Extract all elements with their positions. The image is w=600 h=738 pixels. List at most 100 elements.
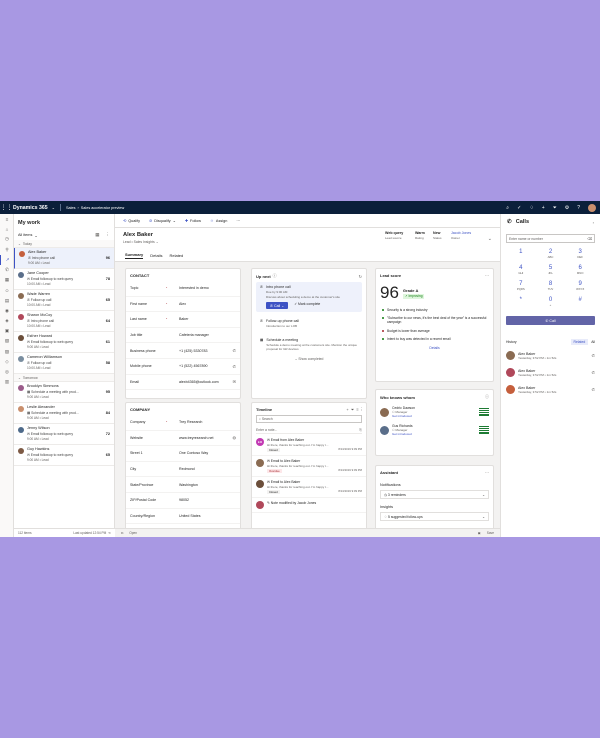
save-icon[interactable]: ▣ (478, 531, 481, 535)
expand-header-icon[interactable]: ⌄ (488, 236, 492, 242)
dial-key[interactable]: 8 TUV (536, 281, 566, 294)
work-list-item[interactable]: Jenny Wilson ✉ Email followup to web quer… (14, 424, 114, 445)
field-value[interactable]: Baker (179, 317, 236, 321)
goals-icon[interactable]: ◎ (0, 367, 14, 377)
quotes-icon[interactable]: ▣ (0, 326, 14, 336)
get-introduced-link[interactable]: Get introduced (392, 414, 415, 418)
record-subtitle[interactable]: Lead • Sales Insights ⌄ (123, 240, 492, 244)
dial-key[interactable]: 7 PQRS (506, 281, 536, 294)
contacts-icon[interactable]: ☺ (0, 285, 14, 295)
call-button[interactable]: ✆ Call (506, 316, 595, 325)
phone-icon[interactable]: ✆ (0, 265, 14, 275)
up-next-item-intro-call[interactable]: ✆ Intro phone call Due by 9:00 AM Discus… (256, 282, 362, 312)
add-icon[interactable]: + (542, 205, 545, 211)
work-list-item[interactable]: Alex Baker ✆ Intro phone call 9:00 AM • Le… (14, 248, 114, 269)
call-button[interactable]: ✆ Call ⌄ (266, 302, 289, 309)
dial-key[interactable]: # (565, 297, 595, 310)
get-introduced-link[interactable]: Get introduced (392, 432, 413, 436)
home-icon[interactable]: ⌂ (0, 224, 14, 234)
phone-icon[interactable]: ✆ (233, 364, 236, 369)
list-icon[interactable]: ≡ (356, 407, 358, 412)
invoices-icon[interactable]: ▨ (0, 346, 14, 356)
timeline-item[interactable]: ✉ Email to Alex Baker Hi there, thanks fo… (252, 456, 366, 477)
group-header-tomorrow[interactable]: ⌄ Tomorrow (14, 374, 114, 382)
timeline-search-input[interactable]: ⌕ Search (256, 415, 362, 423)
more-icon[interactable]: ⋮ (106, 232, 111, 238)
followups-row[interactable]: ♢ 5 suggested follow-ups ⌄ (380, 512, 489, 521)
dashboard-icon[interactable]: ▦ (0, 275, 14, 285)
call-history-item[interactable]: Alex Baker Yesterday, 3:52 PM • 1m 52s ✆ (501, 364, 600, 381)
opportunities-icon[interactable]: ◈ (0, 316, 14, 326)
note-input[interactable]: Enter a note... ⎘ (256, 426, 362, 434)
accounts-icon[interactable]: ▤ (0, 296, 14, 306)
call-history-item[interactable]: Alex Baker Yesterday, 3:52 PM • 1m 52s ✆ (501, 347, 600, 364)
timeline-item[interactable]: ✉ Email to Alex Baker Hi there, thanks fo… (252, 477, 366, 498)
search-icon[interactable]: ⌕ (506, 205, 509, 211)
field-value[interactable]: Cafeteria manager (179, 333, 236, 337)
disqualify-button[interactable]: ⊘ Disqualify ⌄ (149, 218, 176, 224)
dial-key[interactable]: 3 DEF (565, 249, 595, 262)
collapse-panel-icon[interactable]: › (593, 220, 594, 225)
details-link[interactable]: Details (376, 346, 493, 350)
breadcrumb-page[interactable]: Sales accelerator preview (81, 206, 124, 210)
dial-key[interactable]: 6 MNO (565, 265, 595, 278)
globe-icon[interactable]: ◍ (233, 435, 237, 440)
help-icon[interactable]: ? (577, 205, 580, 211)
products-icon[interactable]: ◇ (0, 357, 14, 367)
backspace-icon[interactable]: ⌫ (587, 237, 592, 241)
qualify-button[interactable]: ⟲ Qualify (123, 218, 140, 224)
up-next-item-schedule-meeting[interactable]: ▦ Schedule a meeting Schedule a demo mee… (256, 335, 362, 354)
dial-key[interactable]: 5 JKL (536, 265, 566, 278)
field-value[interactable]: Washington (179, 483, 236, 487)
timeline-item[interactable]: EM ✉ Email from Alex Baker Hi there, thank… (252, 435, 366, 456)
show-completed-button[interactable]: ⌄ Show completed (252, 357, 366, 361)
more-icon[interactable]: ⋮ (361, 407, 362, 412)
info-icon[interactable]: ⓘ (485, 394, 489, 400)
app-launcher-icon[interactable]: ⋮⋮ (0, 201, 13, 214)
tab-summary[interactable]: Summary (125, 252, 144, 259)
dial-key[interactable]: * (506, 297, 536, 310)
field-value[interactable]: +1 (425) 5330783 (179, 349, 233, 353)
add-icon[interactable]: + (346, 407, 348, 412)
work-list-item[interactable]: Guy Hawkins ✉ Email followup to web query… (14, 445, 114, 466)
field-value[interactable]: +1 (522) 4567890 (179, 364, 233, 368)
leads-icon[interactable]: ◉ (0, 306, 14, 316)
info-icon[interactable]: ⓘ (273, 273, 277, 279)
dial-input[interactable]: Enter name or number ⌫ (506, 234, 595, 243)
tab-related[interactable]: Related (570, 339, 589, 345)
field-value[interactable]: 98052 (179, 498, 236, 502)
timeline-item[interactable]: ✎ Note modified by Jacob Jones (252, 498, 366, 513)
mark-complete-button[interactable]: ✓ Mark complete (294, 302, 320, 306)
follow-button[interactable]: ✚ Follow (185, 218, 201, 224)
filter-icon[interactable]: ⏷ (351, 407, 354, 412)
email-icon[interactable]: ✉ (233, 379, 236, 384)
field-value[interactable]: Trey Research (179, 420, 236, 424)
dial-key[interactable]: 2 ABC (536, 249, 566, 262)
field-value[interactable]: Alex (179, 302, 236, 306)
work-list-item[interactable]: Leslie Alexander ▦ Schedule a meeting wit… (14, 403, 114, 424)
phone-icon[interactable]: ✆ (592, 353, 595, 358)
user-avatar[interactable] (588, 203, 596, 212)
recent-icon[interactable]: ◷ (0, 234, 14, 244)
chevron-down-icon[interactable]: ⌄ (34, 233, 37, 238)
task-icon[interactable]: ✓ (517, 205, 521, 211)
sales-accelerator-icon[interactable]: ↗ (0, 254, 14, 265)
pin-icon[interactable]: ⚲ (0, 245, 14, 255)
dial-key[interactable]: 4 GHI (506, 265, 536, 278)
filter-icon[interactable]: ⏷ (553, 205, 557, 211)
brand-name[interactable]: Dynamics 365 (13, 205, 48, 211)
field-value[interactable]: Redmond (179, 467, 236, 471)
lightbulb-icon[interactable]: ♢ (529, 205, 533, 211)
work-list-item[interactable]: Wade Warren ✆ Follow up call 10:00 AM • Le… (14, 290, 114, 311)
more-icon[interactable]: ⋯ (485, 470, 489, 475)
attach-icon[interactable]: ⎘ (359, 428, 362, 432)
calendar-icon[interactable]: ▦ (95, 232, 99, 238)
dial-key[interactable]: 1 (506, 249, 536, 262)
field-value[interactable]: One Contoso Way (179, 451, 236, 455)
tab-details[interactable]: Details (150, 253, 162, 258)
orders-icon[interactable]: ▧ (0, 336, 14, 346)
chevron-down-icon[interactable]: ⌄ (52, 205, 55, 210)
owner-link[interactable]: Jacob Jones (451, 231, 471, 235)
phone-icon[interactable]: ✆ (592, 370, 595, 375)
work-list-item[interactable]: Jane Cooper ✉ Email followup to web query… (14, 269, 114, 290)
